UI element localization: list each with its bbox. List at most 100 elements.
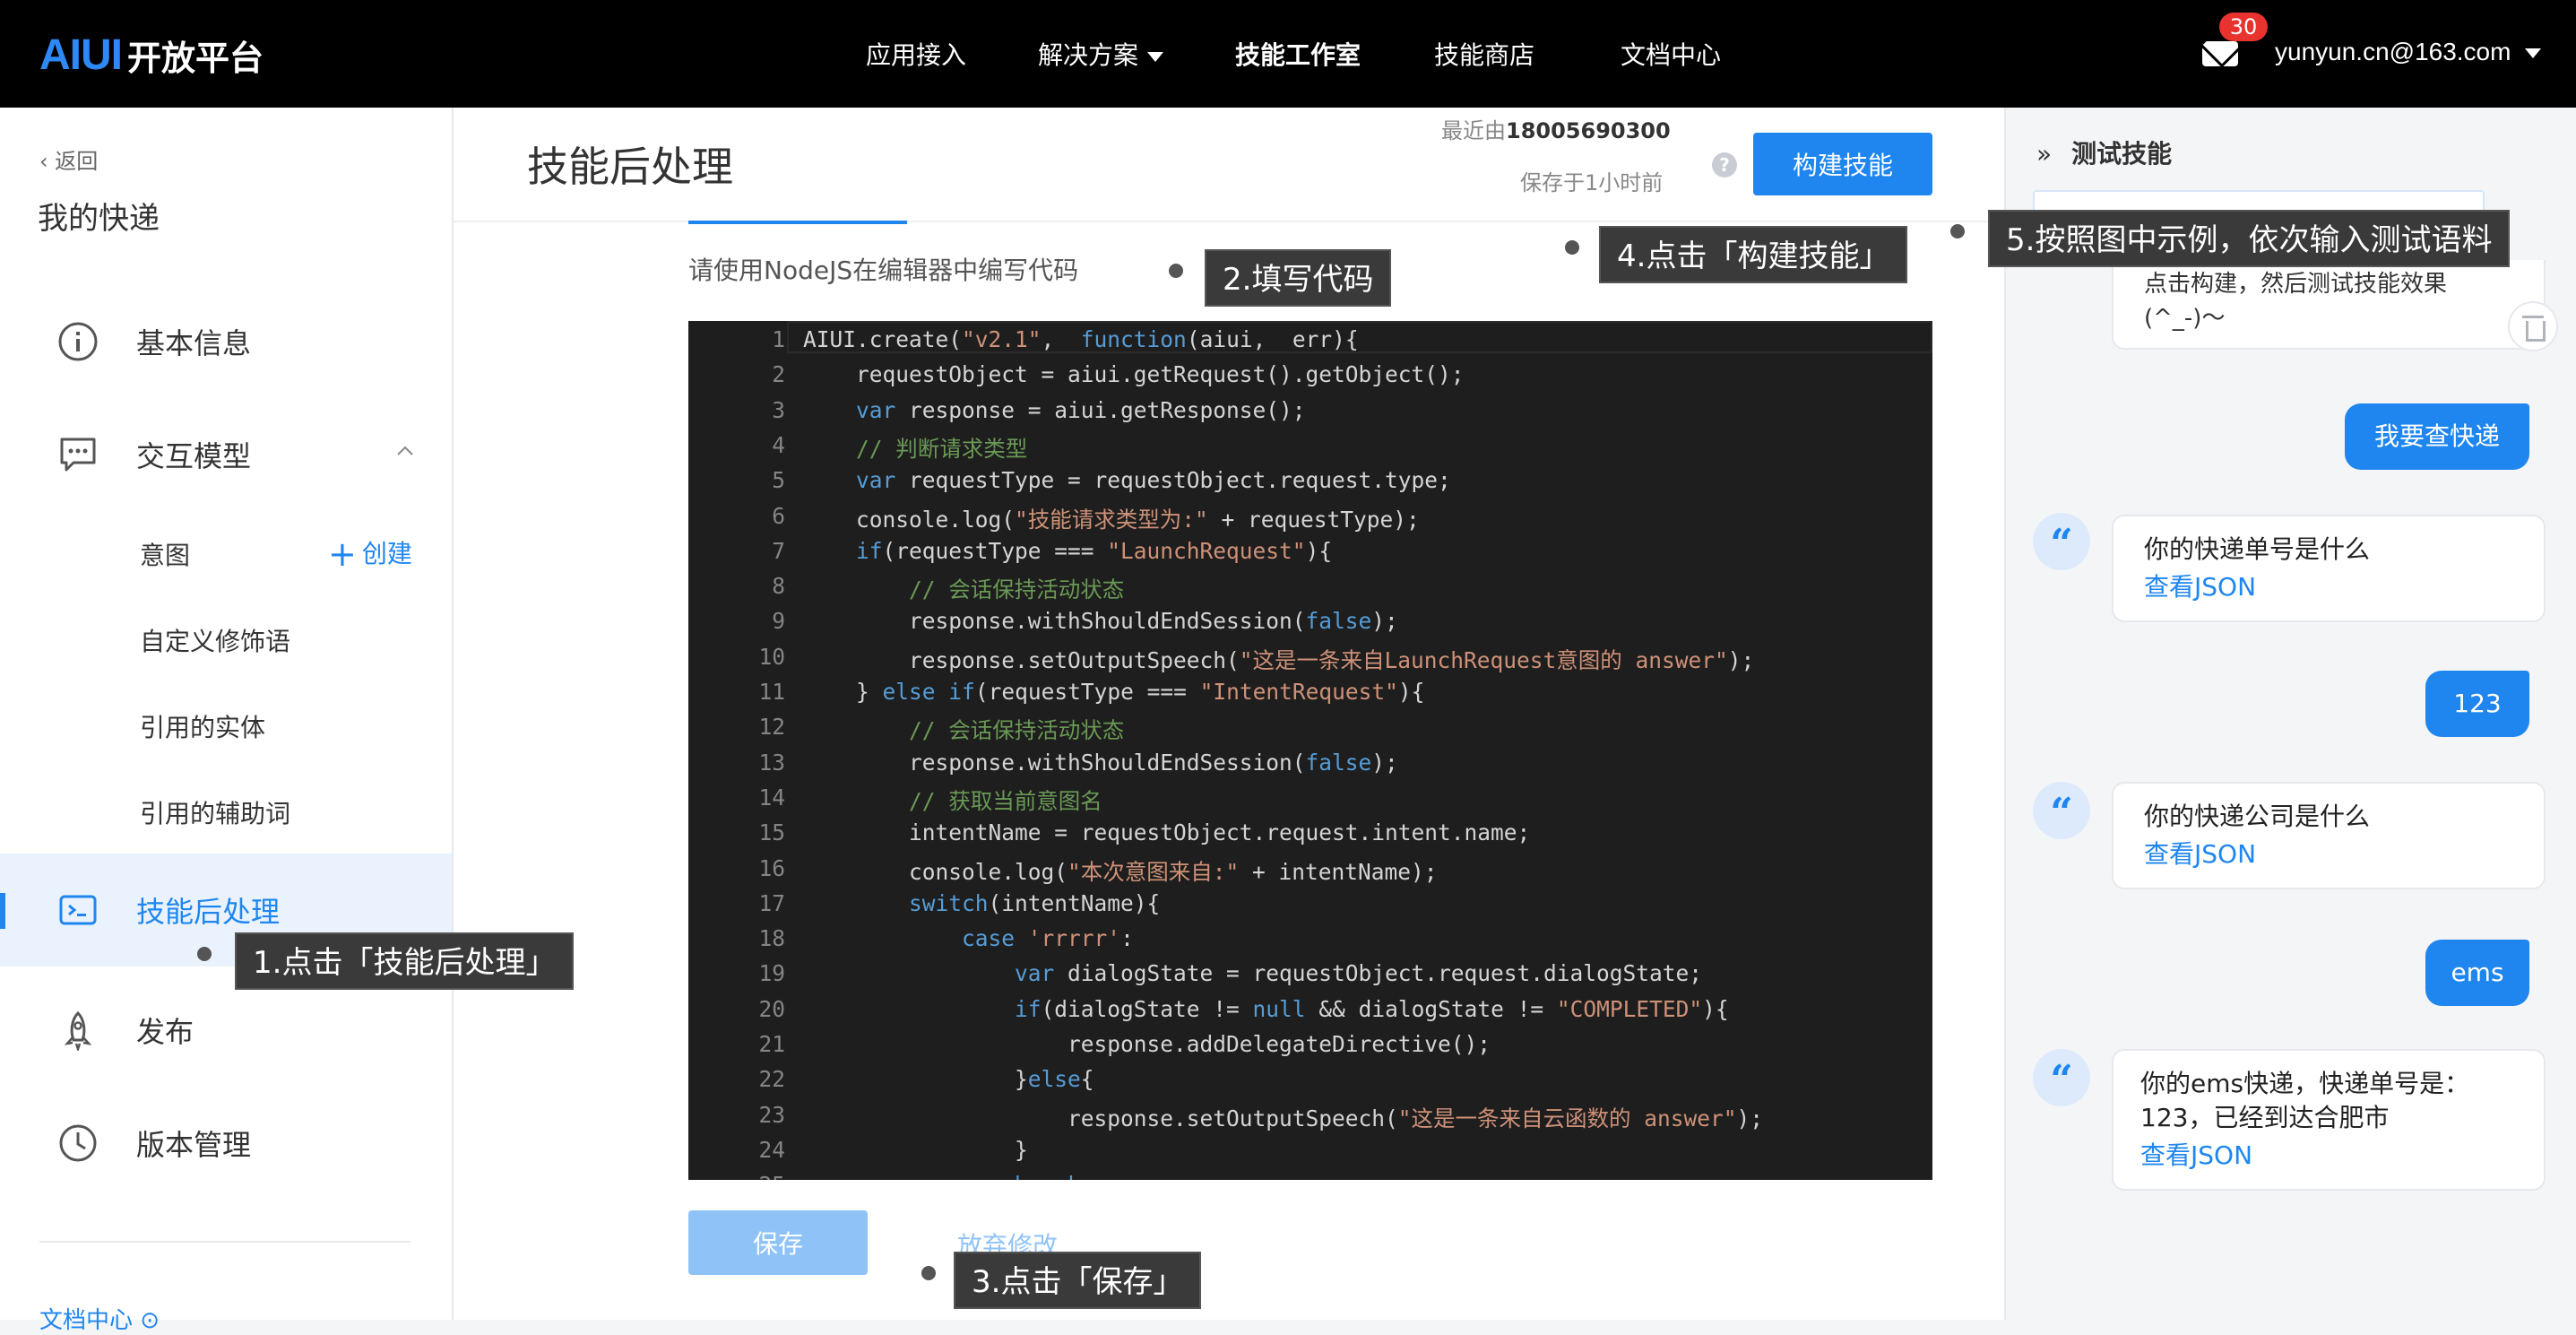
back-label: 返回 bbox=[55, 149, 99, 174]
bot-message: 你的ems快递，快递单号是：123，已经到达合肥市 查看JSON bbox=[2112, 1049, 2546, 1191]
caret-down-icon bbox=[1147, 51, 1164, 62]
create-intent-link[interactable]: + 创建 bbox=[328, 534, 412, 574]
trash-icon[interactable] bbox=[2508, 301, 2558, 351]
line-number: 15 bbox=[758, 819, 785, 846]
line-number: 14 bbox=[758, 784, 785, 811]
nav-skill-store[interactable]: 技能商店 bbox=[1434, 36, 1534, 72]
notification-badge: 30 bbox=[2219, 13, 2268, 41]
sidebar-subitem-custom-modifier[interactable]: 自定义修饰语 bbox=[140, 622, 290, 658]
skill-name: 我的快递 bbox=[38, 201, 160, 237]
build-skill-button[interactable]: 构建技能 bbox=[1753, 133, 1932, 195]
line-number: 11 bbox=[758, 679, 785, 705]
code-line: switch(intentName){ bbox=[909, 889, 1161, 916]
line-number: 1 bbox=[772, 326, 785, 352]
bot-message-text: 你的快递单号是什么 bbox=[2144, 534, 2371, 564]
line-number: 17 bbox=[758, 889, 785, 916]
bot-message: 你的快递公司是什么 查看JSON bbox=[2112, 782, 2546, 889]
line-number: 2 bbox=[772, 361, 785, 388]
bot-message-text: 你的ems快递，快递单号是：123，已经到达合肥市 bbox=[2140, 1069, 2470, 1132]
help-circle-icon: ⊙ bbox=[140, 1307, 160, 1334]
info-icon bbox=[58, 322, 98, 361]
code-line: } bbox=[803, 1136, 1028, 1163]
plus-icon: + bbox=[328, 534, 357, 574]
bot-message: 你的快递单号是什么 查看JSON bbox=[2112, 515, 2546, 622]
user-email: yunyun.cn@163.com bbox=[2275, 38, 2511, 65]
quote-icon: “ bbox=[2033, 782, 2090, 839]
line-number: 22 bbox=[758, 1066, 785, 1093]
callout-pointer bbox=[1565, 240, 1579, 255]
recent-user: 18005690300 bbox=[1506, 118, 1671, 143]
line-number: 3 bbox=[772, 396, 785, 423]
sidebar-item-basic-info[interactable]: 基本信息 bbox=[0, 285, 452, 398]
help-icon[interactable]: ? bbox=[1712, 152, 1737, 178]
sidebar-item-label: 发布 bbox=[136, 1015, 194, 1049]
callout-pointer bbox=[197, 947, 212, 961]
code-line: // 获取当前意图名 bbox=[909, 787, 1102, 814]
code-line: response.setOutputSpeech("这是一条来自LaunchRe… bbox=[803, 646, 1755, 673]
terminal-icon bbox=[59, 895, 97, 925]
sidebar-subitem-ref-entity[interactable]: 引用的实体 bbox=[140, 708, 265, 744]
nav-solutions[interactable]: 解决方案 bbox=[1038, 36, 1164, 72]
code-line: response.addDelegateDirective(); bbox=[803, 1031, 1491, 1057]
line-number: 18 bbox=[758, 925, 785, 952]
chevron-up-icon bbox=[397, 446, 413, 455]
user-message: ems bbox=[2425, 940, 2529, 1006]
save-button[interactable]: 保存 bbox=[688, 1210, 868, 1275]
code-line: requestObject = aiui.getRequest().getObj… bbox=[803, 361, 1465, 388]
code-line: var response = aiui.getResponse(); bbox=[856, 396, 1306, 423]
sidebar-item-version[interactable]: 版本管理 bbox=[0, 1087, 452, 1200]
recent-editor: 最近由18005690300 bbox=[1441, 113, 1671, 144]
doc-center-link[interactable]: 文档中心 ⊙ bbox=[39, 1302, 160, 1335]
sidebar-subitem-ref-aux[interactable]: 引用的辅助词 bbox=[140, 794, 290, 830]
logo-text: 开放平台 bbox=[127, 38, 264, 78]
code-line: response.withShouldEndSession(false); bbox=[803, 608, 1398, 635]
aiui-logo[interactable]: AIUI 开放平台 bbox=[39, 30, 264, 79]
logo-mark: AIUI bbox=[39, 30, 123, 79]
test-skill-header[interactable]: » 测试技能 bbox=[2036, 134, 2172, 170]
line-number: 7 bbox=[772, 537, 785, 564]
nav-skill-studio[interactable]: 技能工作室 bbox=[1235, 36, 1361, 72]
clock-icon bbox=[59, 1124, 97, 1162]
line-number: 21 bbox=[758, 1031, 785, 1057]
user-menu[interactable]: yunyun.cn@163.com bbox=[2275, 38, 2542, 66]
code-line: }else{ bbox=[803, 1066, 1094, 1093]
code-line: // 判断请求类型 bbox=[856, 435, 1028, 462]
quote-icon: “ bbox=[2033, 1049, 2090, 1106]
code-line: if(requestType === "LaunchRequest"){ bbox=[856, 537, 1333, 564]
sidebar-item-label: 交互模型 bbox=[136, 439, 252, 473]
create-label: 创建 bbox=[361, 539, 412, 568]
quote-icon: “ bbox=[2033, 513, 2090, 570]
callout-step4: 4.点击「构建技能」 bbox=[1599, 226, 1908, 283]
code-line: var requestType = requestObject.request.… bbox=[856, 467, 1451, 494]
sidebar-divider bbox=[39, 1241, 411, 1243]
mail-icon[interactable] bbox=[2202, 41, 2238, 66]
title-divider bbox=[454, 221, 2004, 222]
callout-step5: 5.按照图中示例，依次输入测试语料 bbox=[1988, 210, 2511, 267]
line-number: 6 bbox=[772, 502, 785, 529]
code-line: intentName = requestObject.request.inten… bbox=[803, 819, 1531, 846]
code-line: case 'rrrrr': bbox=[962, 925, 1134, 952]
sidebar-subitem-intent[interactable]: 意图 bbox=[140, 536, 190, 572]
line-number: 4 bbox=[772, 431, 785, 458]
view-json-link[interactable]: 查看JSON bbox=[2144, 570, 2513, 604]
sidebar-item-interaction-model[interactable]: 交互模型 bbox=[0, 398, 452, 511]
callout-pointer bbox=[921, 1266, 936, 1280]
line-number: 25 bbox=[688, 1172, 785, 1180]
nav-app-access[interactable]: 应用接入 bbox=[866, 36, 966, 72]
callout-step3: 3.点击「保存」 bbox=[954, 1252, 1202, 1309]
line-number: 12 bbox=[758, 714, 785, 741]
doc-center-label: 文档中心 bbox=[39, 1307, 134, 1334]
view-json-link[interactable]: 查看JSON bbox=[2144, 837, 2513, 871]
recent-label: 最近由 bbox=[1441, 118, 1506, 143]
view-json-link[interactable]: 查看JSON bbox=[2140, 1139, 2517, 1173]
callout-pointer bbox=[1950, 224, 1965, 238]
nav-docs[interactable]: 文档中心 bbox=[1621, 36, 1721, 72]
callout-step1: 1.点击「技能后处理」 bbox=[235, 932, 575, 990]
back-link[interactable]: ‹ 返回 bbox=[39, 143, 98, 175]
code-editor[interactable]: 1 AIUI.create("v2.1", function(aiui, err)… bbox=[688, 321, 1932, 1180]
editor-hint: 请使用NodeJS在编辑器中编写代码 bbox=[688, 256, 1079, 285]
code-line: var dialogState = requestObject.request.… bbox=[1015, 960, 1703, 987]
saved-time: 保存于1小时前 bbox=[1520, 170, 1664, 195]
page-title: 技能后处理 bbox=[527, 143, 733, 191]
rocket-icon bbox=[64, 1010, 92, 1051]
